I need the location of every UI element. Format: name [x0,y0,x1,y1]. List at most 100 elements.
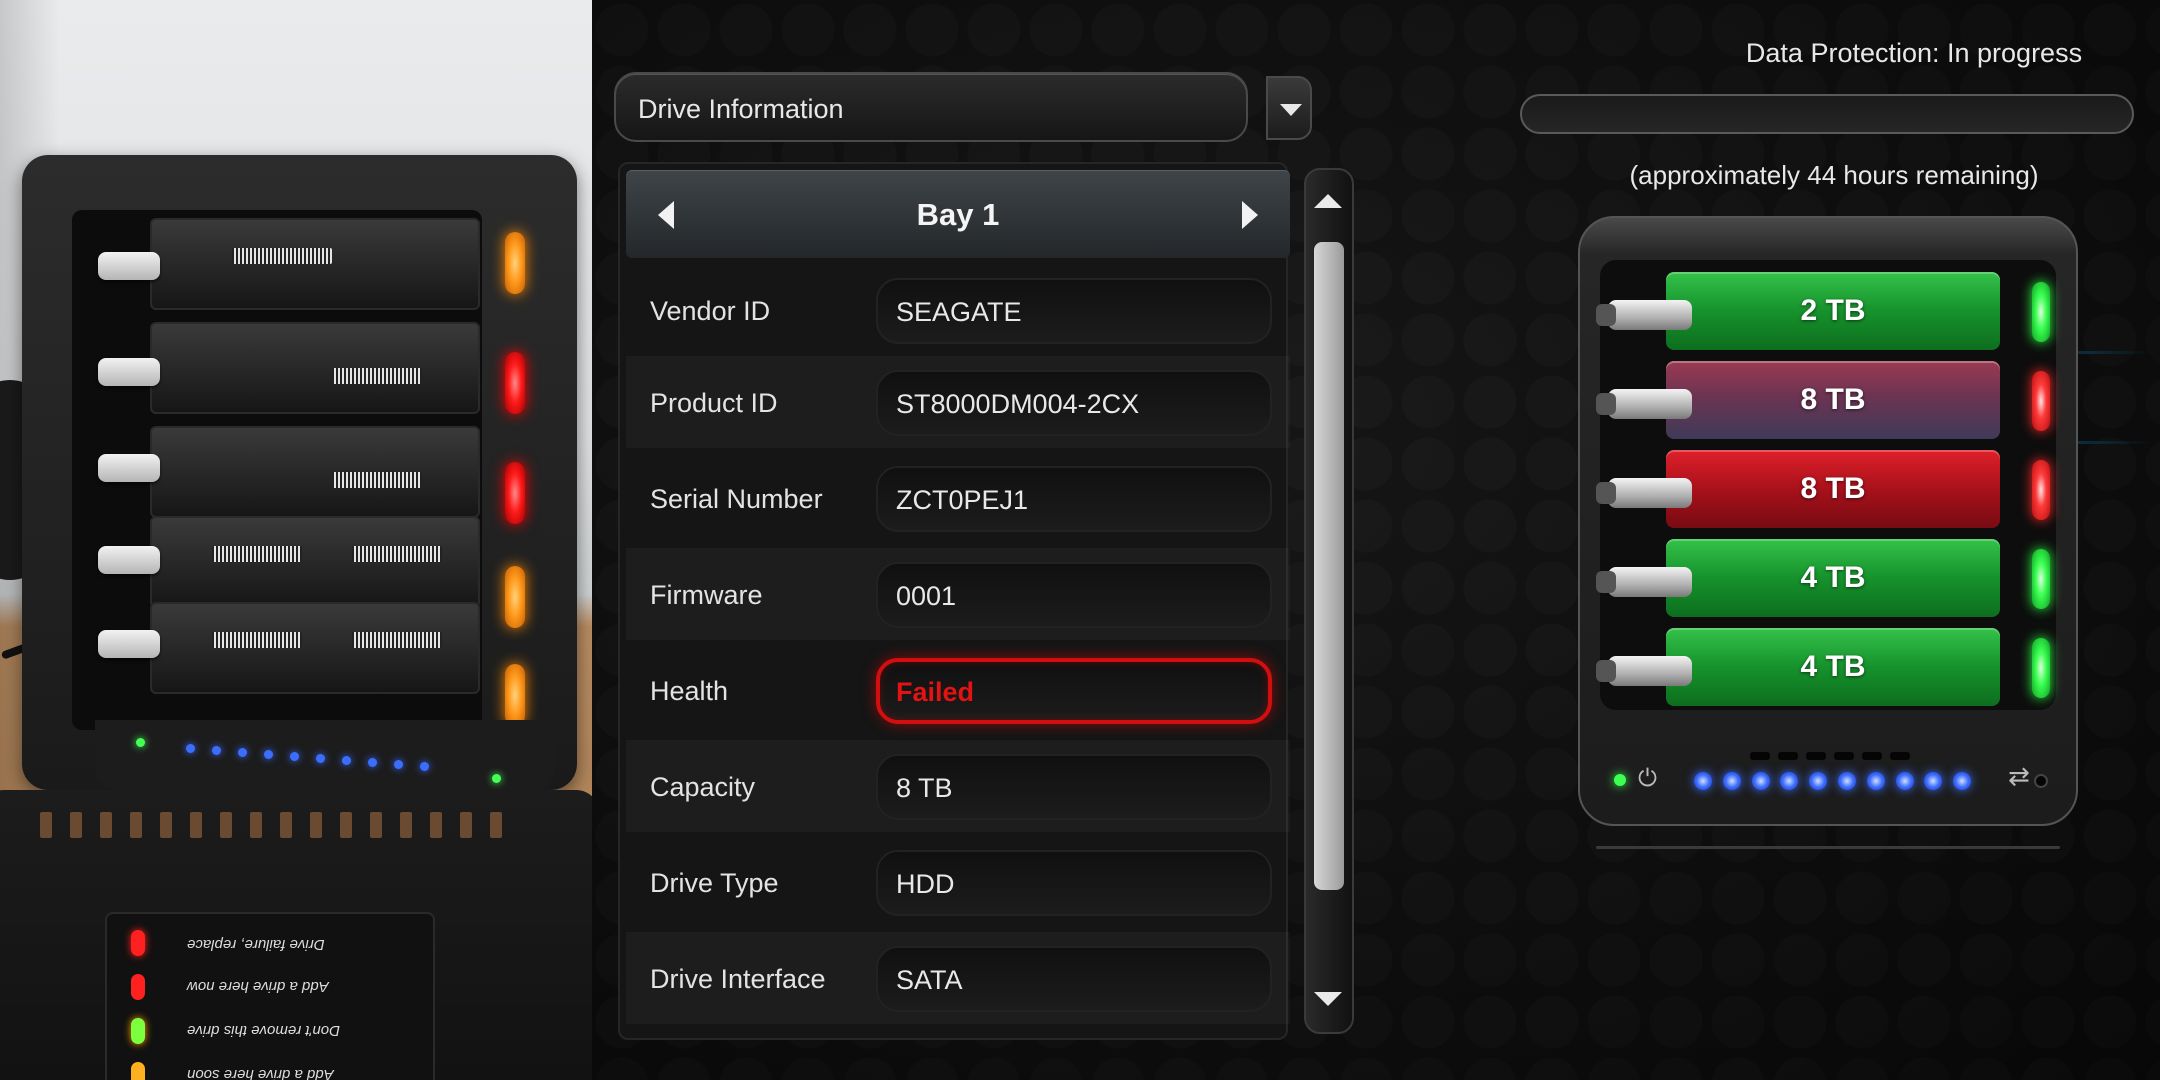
drive-tray[interactable]: 2 TB [1666,272,2000,350]
field-label: Health [650,676,729,706]
front-vent [1890,752,1910,760]
bay-status-led [2032,549,2050,609]
enclosure-diagram: 2 TB 8 TB 8 TB 4 TB 4 TB ⏻ ⇄ [1578,216,2078,849]
photo-activity-led [394,760,403,769]
data-protection-status: Data Protection: In progress [1745,38,2083,68]
activity-led [1895,772,1914,790]
photo-led-legend-sticker: Drive failure, replace Add a drive here … [105,912,435,1080]
info-row-product-id: Product ID ST8000DM004-2CX [626,356,1290,448]
field-value: SATA [896,965,963,995]
legend-led-red [131,930,145,956]
photo-tray-handle [98,546,160,574]
field-label: Capacity [650,772,756,802]
bay-1-slot[interactable]: 2 TB [1596,272,2050,352]
front-vent [1806,752,1826,760]
scrollbar-thumb[interactable] [1314,242,1344,890]
activity-led [1780,772,1799,790]
legend-line: Add a drive here soon [187,1066,334,1080]
field-value-box: SEAGATE [876,278,1272,344]
photo-led-red [505,462,525,524]
tray-handle-icon [1596,478,1692,508]
power-led [1614,774,1626,786]
view-dropdown[interactable]: Drive Information [614,72,1312,142]
field-value: SEAGATE [896,297,1022,327]
photo-vent [310,812,322,838]
photo-status-led [492,774,501,783]
photo-activity-led [264,750,273,759]
photo-vent [250,812,262,838]
drive-info-panel: Bay 1 Vendor ID SEAGATE Product ID ST800… [618,162,1290,1040]
photo-vent [280,812,292,838]
photo-vent [460,812,472,838]
drive-manager-app: Drive Information Bay 1 Vendor ID SEAGAT… [592,0,2160,1080]
time-remaining: (approximately 44 hours remaining) [1629,160,2039,190]
field-value-box: 8 TB [876,754,1272,820]
scroll-up-arrow-icon[interactable] [1312,178,1346,218]
bay-status-led [2032,371,2050,431]
field-value-box: ST8000DM004-2CX [876,370,1272,436]
activity-led [1924,772,1943,790]
legend-led-green-amber [131,1018,145,1044]
scroll-down-arrow-icon[interactable] [1312,984,1346,1024]
info-row-capacity: Capacity 8 TB [626,740,1290,832]
activity-led [1694,772,1712,790]
front-port [2034,774,2048,788]
drive-tray[interactable]: 8 TB [1666,450,2000,528]
legend-line: Drive failure, replace [187,936,325,953]
bay-selector: Bay 1 [626,170,1290,258]
bay-status-led [2032,460,2050,520]
swap-arrows-icon: ⇄ [2008,762,2030,792]
photo-led-amber [505,566,525,628]
photo-vent [220,812,232,838]
photo-front-panel [95,720,555,790]
field-label: Vendor ID [650,296,771,326]
bay-title: Bay 1 [916,197,1000,232]
info-row-firmware: Firmware 0001 [626,548,1290,640]
photo-vent [70,812,82,838]
bay-5-slot[interactable]: 4 TB [1596,628,2050,708]
legend-line: Don't remove this drive [187,1022,340,1039]
photo-activity-led [368,758,377,767]
drive-capacity: 8 TB [1800,472,1866,505]
field-value: ZCT0PEJ1 [896,485,1029,515]
field-value-box: ZCT0PEJ1 [876,466,1272,532]
photo-vent [40,812,52,838]
view-dropdown-field[interactable]: Drive Information [614,72,1248,142]
activity-led [1809,772,1828,790]
bay-status-led [2032,282,2050,342]
front-vent [1862,752,1882,760]
enclosure-front-panel: ⏻ ⇄ [1600,752,2056,812]
photo-vent [160,812,172,838]
chevron-down-icon[interactable] [1266,76,1312,140]
bay-3-slot[interactable]: 8 TB [1596,450,2050,530]
front-vent [1778,752,1798,760]
photo-vent [100,812,112,838]
field-label: Firmware [650,580,763,610]
activity-led [1953,772,1972,790]
chevron-right-icon[interactable] [1242,201,1258,229]
info-row-serial-number: Serial Number ZCT0PEJ1 [626,452,1290,544]
bay-2-slot[interactable]: 8 TB [1596,361,2050,441]
drive-capacity: 8 TB [1800,383,1866,416]
photo-drive [150,426,480,518]
photo-power-led [136,738,145,747]
info-scrollbar[interactable] [1304,168,1354,1034]
enclosure-photo: Drive failure, replace Add a drive here … [0,0,592,1080]
photo-vent [340,812,352,838]
photo-tray-handle [98,252,160,280]
tray-handle-icon [1596,567,1692,597]
tray-handle-icon [1596,389,1692,419]
drive-tray[interactable]: 4 TB [1666,628,2000,706]
photo-vent [490,812,502,838]
bay-4-slot[interactable]: 4 TB [1596,539,2050,619]
photo-tray-handle [98,454,160,482]
drive-tray[interactable]: 4 TB [1666,539,2000,617]
field-value: 0001 [896,581,957,611]
photo-led-red [505,352,525,414]
field-label: Drive Type [650,868,779,898]
view-dropdown-label: Drive Information [638,94,844,124]
tray-handle-icon [1596,300,1692,330]
activity-led [1722,772,1741,790]
drive-tray[interactable]: 8 TB [1666,361,2000,439]
field-value: ST8000DM004-2CX [896,389,1140,419]
